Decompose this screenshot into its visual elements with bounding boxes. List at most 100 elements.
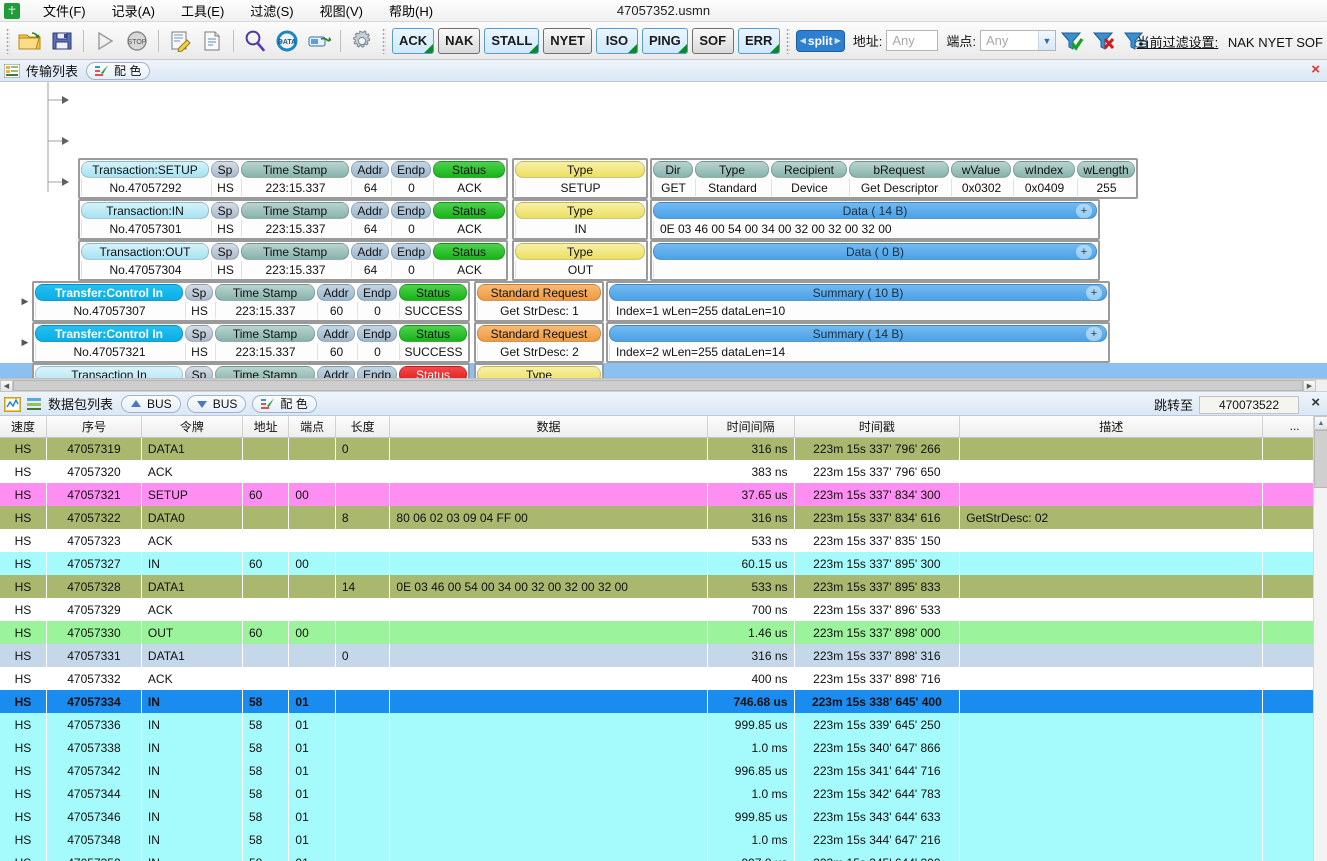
filter-btn-nyet[interactable]: NYET xyxy=(543,27,592,54)
expand-data-button[interactable]: + xyxy=(1076,245,1092,259)
table-row[interactable]: HS 47057323 ACK 533 ns 223m 15s 337' 835' 15… xyxy=(0,529,1327,552)
col-seq[interactable]: 序号 xyxy=(46,416,142,438)
transaction-row[interactable]: Transaction:IN Sp Time Stamp Addr Endp S… xyxy=(78,199,1100,240)
data-refresh-icon[interactable]: DATA xyxy=(272,26,302,56)
endpoint-select[interactable]: Any ▼ xyxy=(979,30,1056,51)
table-row[interactable]: HS 47057327 IN 60 00 60.15 us 223m 15s 337' 89… xyxy=(0,552,1327,575)
report-icon[interactable] xyxy=(197,26,227,56)
bus-up-button[interactable]: BUS xyxy=(121,394,181,413)
filter-clear-icon[interactable] xyxy=(1089,26,1119,56)
settings-gear-icon[interactable] xyxy=(347,26,377,56)
cell-speed: HS xyxy=(0,713,47,736)
table-row[interactable]: HS 47057336 IN 58 01 999.85 us 223m 15s 339' 6… xyxy=(0,713,1327,736)
col-desc[interactable]: 描述 xyxy=(959,416,1264,438)
menu-record[interactable]: 记录(A) xyxy=(99,0,168,22)
scroll-right-button[interactable]: ▶ xyxy=(1303,379,1316,392)
menu-file[interactable]: 文件(F) xyxy=(30,0,99,22)
waveform-icon[interactable] xyxy=(4,396,21,412)
expand-transfer-icon[interactable]: ▶ xyxy=(18,322,32,363)
packet-vertical-scrollbar[interactable]: ▲ xyxy=(1313,416,1327,861)
transfer-tab-title[interactable]: 传输列表 xyxy=(26,61,78,80)
toolbar-grip[interactable] xyxy=(785,27,790,54)
table-row[interactable]: HS 47057334 IN 58 01 746.68 us 223m 15s 338' 6… xyxy=(0,690,1327,713)
menu-filter[interactable]: 过滤(S) xyxy=(237,0,306,22)
packet-color-tab[interactable]: 配 色 xyxy=(252,394,317,413)
filter-btn-nak[interactable]: NAK xyxy=(438,27,481,54)
expand-transfer-icon[interactable]: ▶ xyxy=(18,281,32,322)
cell-interval: 60.15 us xyxy=(707,552,795,575)
filter-btn-ack[interactable]: ACK xyxy=(392,27,435,54)
expand-transaction-icon[interactable]: ▶ xyxy=(18,363,32,378)
scroll-thumb[interactable] xyxy=(1314,430,1327,488)
transaction-row[interactable]: Transaction:OUT Sp Time Stamp Addr Endp … xyxy=(78,240,1100,281)
menu-view[interactable]: 视图(V) xyxy=(307,0,376,22)
filter-btn-ping[interactable]: PING xyxy=(641,27,688,54)
scroll-left-button[interactable]: ◀ xyxy=(0,379,13,392)
filter-btn-stall[interactable]: STALL xyxy=(484,27,540,54)
chevron-right-icon: ▶ xyxy=(834,36,841,45)
scroll-up-button[interactable]: ▲ xyxy=(1314,416,1327,430)
col-len[interactable]: 长度 xyxy=(335,416,391,438)
menu-tools[interactable]: 工具(E) xyxy=(168,0,237,22)
transfer-row[interactable]: ▶ Transfer:Control In Sp Time Stamp Addr… xyxy=(18,281,1110,322)
table-row[interactable]: HS 47057344 IN 58 01 1.0 ms 223m 15s 342' 644'… xyxy=(0,782,1327,805)
save-disk-icon[interactable] xyxy=(47,26,77,56)
table-row[interactable]: HS 47057329 ACK 700 ns 223m 15s 337' 896' 53… xyxy=(0,598,1327,621)
filter-apply-icon[interactable] xyxy=(1057,26,1087,56)
filter-btn-err[interactable]: ERR xyxy=(737,27,780,54)
table-row[interactable]: HS 47057322 DATA0 8 80 06 02 03 09 04 FF 00 3… xyxy=(0,506,1327,529)
close-icon[interactable]: × xyxy=(1311,62,1320,77)
jump-to-value: 470073522 xyxy=(1218,397,1280,412)
stop-icon[interactable]: STOP xyxy=(122,26,152,56)
transfer-tree-area[interactable]: Transaction:SETUP Sp Time Stamp Addr End… xyxy=(0,82,1327,379)
table-row[interactable]: HS 47057331 DATA1 0 316 ns 223m 15s 337' 898'… xyxy=(0,644,1327,667)
edit-note-icon[interactable] xyxy=(165,26,195,56)
list-icon[interactable] xyxy=(26,397,42,411)
chevron-down-icon[interactable]: ▼ xyxy=(1037,31,1055,50)
menu-help[interactable]: 帮助(H) xyxy=(376,0,446,22)
open-folder-icon[interactable] xyxy=(15,26,45,56)
play-icon[interactable] xyxy=(90,26,120,56)
expand-summary-button[interactable]: + xyxy=(1086,286,1102,300)
export-icon[interactable] xyxy=(304,26,334,56)
col-interval[interactable]: 时间间隔 xyxy=(707,416,795,438)
table-row[interactable]: HS 47057321 SETUP 60 00 37.65 us 223m 15s 337'… xyxy=(0,483,1327,506)
table-row[interactable]: HS 47057330 OUT 60 00 1.46 us 223m 15s 337' 89… xyxy=(0,621,1327,644)
close-icon[interactable]: × xyxy=(1311,395,1320,410)
address-input[interactable]: Any xyxy=(886,30,939,51)
col-addr[interactable]: 地址 xyxy=(242,416,290,438)
expand-data-button[interactable]: + xyxy=(1076,204,1092,218)
bus-down-button[interactable]: BUS xyxy=(186,394,247,413)
table-row[interactable]: HS 47057342 IN 58 01 996.85 us 223m 15s 341' 6… xyxy=(0,759,1327,782)
table-row[interactable]: HS 47057328 DATA1 14 0E 03 46 00 54 00 34 00… xyxy=(0,575,1327,598)
col-timestamp[interactable]: 时间戳 xyxy=(794,416,961,438)
packet-grid[interactable]: 速度 序号 令牌 地址 端点 长度 数据 时间间隔 时间戳 描述 ... HS 4… xyxy=(0,416,1327,861)
table-row[interactable]: HS 47057348 IN 58 01 1.0 ms 223m 15s 344' 647'… xyxy=(0,828,1327,851)
scroll-thumb[interactable] xyxy=(13,380,1303,391)
transfer-color-tab[interactable]: 配 色 xyxy=(86,61,151,80)
col-speed[interactable]: 速度 xyxy=(0,416,47,438)
table-row[interactable]: HS 47057338 IN 58 01 1.0 ms 223m 15s 340' 647'… xyxy=(0,736,1327,759)
transaction-row[interactable]: Transaction:SETUP Sp Time Stamp Addr End… xyxy=(78,158,1138,199)
filter-btn-iso[interactable]: ISO xyxy=(595,27,638,54)
col-data[interactable]: 数据 xyxy=(389,416,708,438)
packet-tab-title[interactable]: 数据包列表 xyxy=(48,394,113,413)
col-endp[interactable]: 端点 xyxy=(288,416,336,438)
toolbar-grip[interactable] xyxy=(382,27,386,54)
transfer-horizontal-scrollbar[interactable]: ◀ ▶ xyxy=(0,379,1327,392)
jump-to-input[interactable]: 470073522 xyxy=(1199,395,1299,414)
cell-len xyxy=(335,851,391,861)
table-row[interactable]: HS 47057320 ACK 383 ns 223m 15s 337' 796' 65… xyxy=(0,460,1327,483)
filter-btn-sof[interactable]: SOF xyxy=(691,27,734,54)
split-button[interactable]: ◀ split ▶ xyxy=(795,29,845,52)
search-icon[interactable] xyxy=(240,26,270,56)
col-token[interactable]: 令牌 xyxy=(141,416,243,438)
table-row[interactable]: HS47057352IN5801 997.8 us223m 15s 345' 64… xyxy=(0,851,1327,861)
expand-summary-button[interactable]: + xyxy=(1086,327,1102,341)
transaction-row[interactable]: ▶ Transaction In Sp Time Stamp Addr Endp… xyxy=(18,363,604,378)
table-row[interactable]: HS 47057332 ACK 400 ns 223m 15s 337' 898' 71… xyxy=(0,667,1327,690)
transfer-row[interactable]: ▶ Transfer:Control In Sp Time Stamp Addr… xyxy=(18,322,1110,363)
table-row[interactable]: HS 47057319 DATA1 0 316 ns 223m 15s 337' 796'… xyxy=(0,437,1327,460)
toolbar-grip[interactable] xyxy=(6,27,10,54)
table-row[interactable]: HS 47057346 IN 58 01 999.85 us 223m 15s 343' 6… xyxy=(0,805,1327,828)
